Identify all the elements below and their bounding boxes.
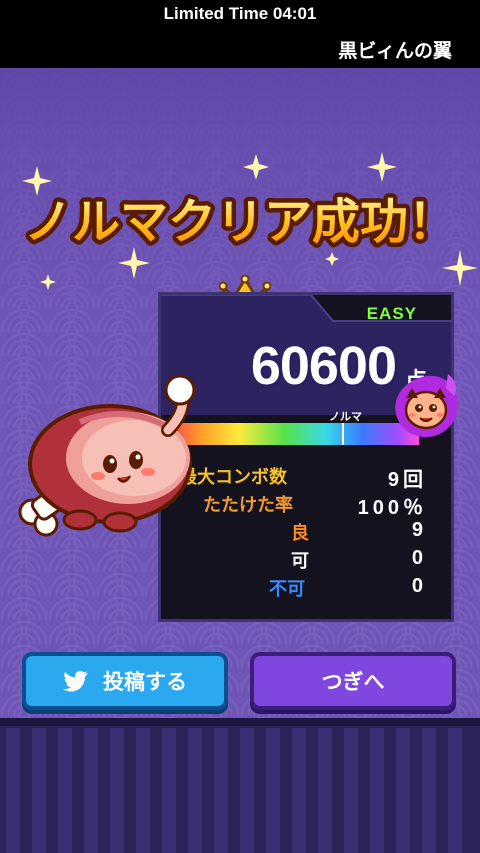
twitter-bird-icon (63, 671, 88, 692)
stat-label: 不可 (269, 579, 305, 600)
sparkle-icon (243, 154, 269, 180)
stat-value: 0 (411, 547, 427, 569)
stat-row-ok: 可 0 (179, 547, 439, 575)
clear-banner-text: ノルマクリア成功！ (24, 194, 456, 250)
stat-label: たたけた率 (203, 495, 293, 516)
clear-banner: ノルマクリア成功！ ノルマクリア成功！ (19, 190, 460, 255)
stat-value: 0 (411, 575, 427, 597)
stat-value: 100％ (357, 497, 427, 519)
difficulty-label: EASY (366, 304, 417, 323)
floor-decoration (0, 718, 480, 853)
norma-marker (342, 423, 344, 445)
score-value: 60600 (250, 336, 397, 396)
stat-value: 9 (411, 519, 427, 541)
result-panel: EASY 60600 点 ノルマ 最大コンボ数 9回 たたけた率 100％ 良 … (158, 292, 454, 622)
stat-label: 可 (291, 551, 309, 572)
next-button[interactable]: つぎへ (250, 652, 456, 710)
stat-label: 良 (291, 523, 309, 544)
sparkle-icon (367, 152, 397, 182)
norma-label: ノルマ (329, 410, 362, 423)
song-title: 黒ビィんの翼 (338, 40, 452, 62)
post-button[interactable]: 投稿する (22, 652, 228, 710)
stat-value: 9回 (387, 469, 427, 491)
stat-row-good: 良 9 (179, 519, 439, 547)
sparkle-icon (40, 274, 56, 290)
post-button-label: 投稿する (103, 670, 187, 694)
stat-row-max-combo: 最大コンボ数 9回 (179, 463, 439, 491)
stats-list: 最大コンボ数 9回 たたけた率 100％ 良 9 可 0 不可 0 (179, 463, 439, 603)
limited-time-timer: Limited Time 04:01 (163, 4, 317, 23)
demon-mascot-icon (395, 374, 459, 438)
next-button-label: つぎへ (321, 670, 385, 694)
status-bar: Limited Time 04:01 黒ビィんの翼 (0, 0, 480, 68)
stat-row-bad: 不可 0 (179, 575, 439, 603)
meat-mascot-character (18, 374, 196, 537)
stat-row-hit-rate: たたけた率 100％ (179, 491, 439, 519)
